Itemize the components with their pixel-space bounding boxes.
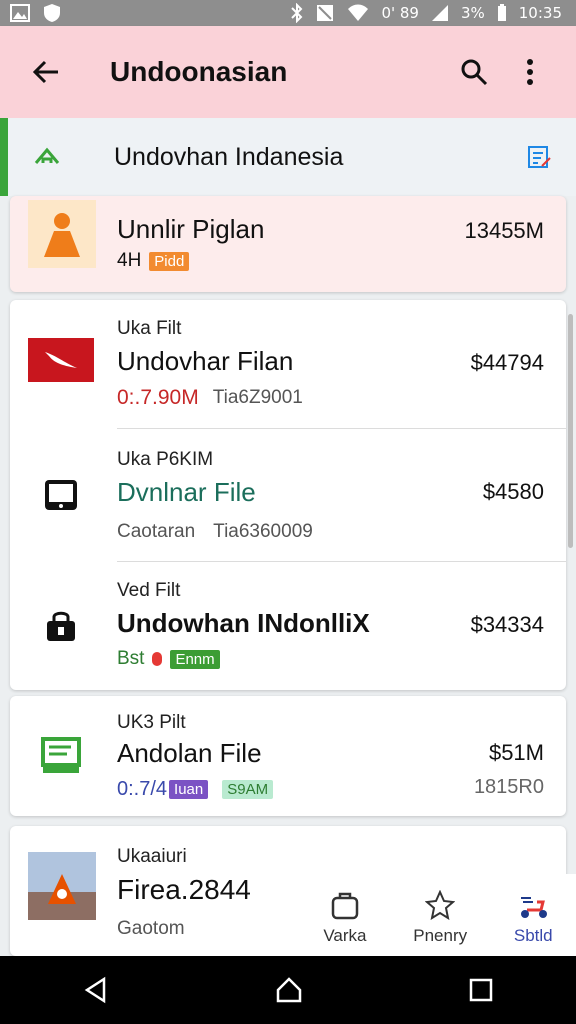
- airline-logo-icon: [45, 352, 77, 368]
- signal-icon: [431, 5, 448, 21]
- cash-register-icon: [41, 737, 81, 773]
- arrow-left-icon: [32, 60, 58, 84]
- item-meta: 0:.7/4 Iuan S9AM: [117, 778, 274, 801]
- item-thumbnail: [28, 730, 94, 780]
- bluetooth-icon: [291, 3, 303, 23]
- item-meta-text: Bst: [117, 648, 145, 669]
- clock: 10:35: [518, 4, 562, 22]
- item-price: $34334: [470, 612, 544, 637]
- gallery-icon: [10, 4, 30, 22]
- nav-item-sbtld[interactable]: Sbtld: [514, 890, 553, 946]
- scooter-icon: [521, 897, 548, 918]
- item-meta-red: 0:.7.90M: [117, 386, 199, 409]
- item-overline: Ved Filt: [117, 580, 181, 601]
- item-meta-blue: 0:.7/4: [117, 778, 168, 800]
- back-button[interactable]: [18, 44, 74, 100]
- item-name: Undowhan INdonlliX: [117, 608, 370, 638]
- list-item[interactable]: Uka Filt Undovhar Filan 0:.7.90M Tia6Z90…: [10, 300, 566, 428]
- nav-label: Sbtld: [513, 926, 553, 945]
- mute-icon: [317, 5, 334, 21]
- more-button[interactable]: [502, 44, 558, 100]
- search-icon: [461, 59, 488, 86]
- location-row[interactable]: Undovhan Indanesia: [0, 118, 576, 196]
- star-icon: [425, 890, 456, 920]
- item-overline: Uka P6KIM: [117, 449, 214, 470]
- bottom-nav: Varka Pnenry Sbtld: [300, 874, 576, 956]
- tablet-icon: [45, 480, 77, 510]
- home-icon: [34, 147, 60, 164]
- item-meta: Bst Ennm: [117, 648, 220, 670]
- item-name: Dvnlnar File: [117, 477, 256, 507]
- item-price: 13455M: [464, 218, 544, 243]
- landmark-image-icon: [28, 852, 96, 920]
- home-nav-icon[interactable]: [275, 976, 303, 1004]
- item-price: $44794: [470, 350, 544, 375]
- item-meta-text: 4H: [117, 250, 142, 271]
- nav-label: Varka: [323, 926, 367, 945]
- item-badge: Pidd: [149, 251, 190, 271]
- item-thumbnail: [28, 338, 94, 382]
- item-overline: Ukaaiuri: [117, 846, 187, 867]
- shield-icon: [44, 4, 60, 22]
- list-item[interactable]: Ved Filt Undowhan INdonlliX Bst Ennm $34…: [10, 562, 566, 690]
- item-price: $51M: [488, 740, 544, 765]
- system-nav-bar: [0, 956, 576, 1024]
- list-card: Uka Filt Undovhar Filan 0:.7.90M Tia6Z90…: [10, 300, 566, 690]
- status-dot: [152, 652, 163, 666]
- battery-icon: [497, 4, 506, 21]
- battery-text: 3%: [460, 4, 485, 22]
- nav-item-varka[interactable]: Varka: [323, 890, 367, 946]
- item-meta: Caotaran Tia6360009: [117, 521, 313, 543]
- nav-label: Pnenry: [413, 926, 468, 945]
- monk-icon: [44, 213, 80, 257]
- item-thumbnail: [28, 475, 94, 515]
- item-badge: S9AM: [222, 780, 274, 799]
- back-triangle-icon[interactable]: [82, 976, 110, 1004]
- lock-bag-icon: [47, 611, 75, 641]
- item-overline: Uka Filt: [117, 318, 182, 339]
- search-button[interactable]: [446, 44, 502, 100]
- bag-icon: [331, 892, 359, 920]
- wifi-icon: [348, 4, 369, 21]
- item-badge: Iuan: [169, 780, 209, 799]
- item-thumbnail: [28, 852, 96, 920]
- scrollbar[interactable]: [568, 314, 573, 548]
- list-item[interactable]: Unnlir Piglan 4H Pidd 13455M: [10, 196, 566, 292]
- status-bar: 0' 89 3% 10:35: [0, 0, 576, 26]
- nav-item-pnenry[interactable]: Pnenry: [413, 890, 467, 946]
- item-meta: 4H Pidd: [117, 250, 190, 272]
- item-meta: 0:.7.90M Tia6Z9001: [117, 386, 303, 410]
- recents-square-icon[interactable]: [468, 977, 494, 1003]
- signal-text: 0' 89: [381, 4, 419, 22]
- item-price-secondary: 1815R0: [473, 776, 544, 798]
- item-meta-gray: Tia6Z9001: [212, 387, 303, 408]
- page-title: Undoonasian: [110, 56, 288, 87]
- item-name: Unnlir Piglan: [117, 214, 265, 244]
- item-meta-text: Gaotom: [117, 918, 185, 939]
- item-meta-gray: Tia6360009: [213, 521, 313, 542]
- item-name: Undovhar Filan: [117, 346, 294, 376]
- item-thumbnail: [28, 200, 96, 268]
- item-name: Firea.2844: [117, 874, 251, 905]
- item-badge: Ennm: [170, 649, 220, 669]
- list-item[interactable]: Uka P6KIM Dvnlnar File Caotaran Tia63600…: [10, 429, 566, 561]
- item-thumbnail: [28, 606, 94, 646]
- item-overline: UK3 Pilt: [117, 712, 186, 733]
- location-label: Undovhan Indanesia: [114, 142, 344, 171]
- item-name: Andolan File: [117, 738, 262, 768]
- item-price: $4580: [482, 479, 544, 504]
- app-bar: Undoonasian: [0, 26, 576, 118]
- edit-list-icon[interactable]: [526, 144, 552, 170]
- item-meta: Gaotom: [117, 918, 185, 940]
- more-vert-icon: [527, 59, 533, 85]
- item-meta-gray: Caotaran: [117, 521, 196, 542]
- list-item[interactable]: UK3 Pilt Andolan File 0:.7/4 Iuan S9AM $…: [10, 696, 566, 816]
